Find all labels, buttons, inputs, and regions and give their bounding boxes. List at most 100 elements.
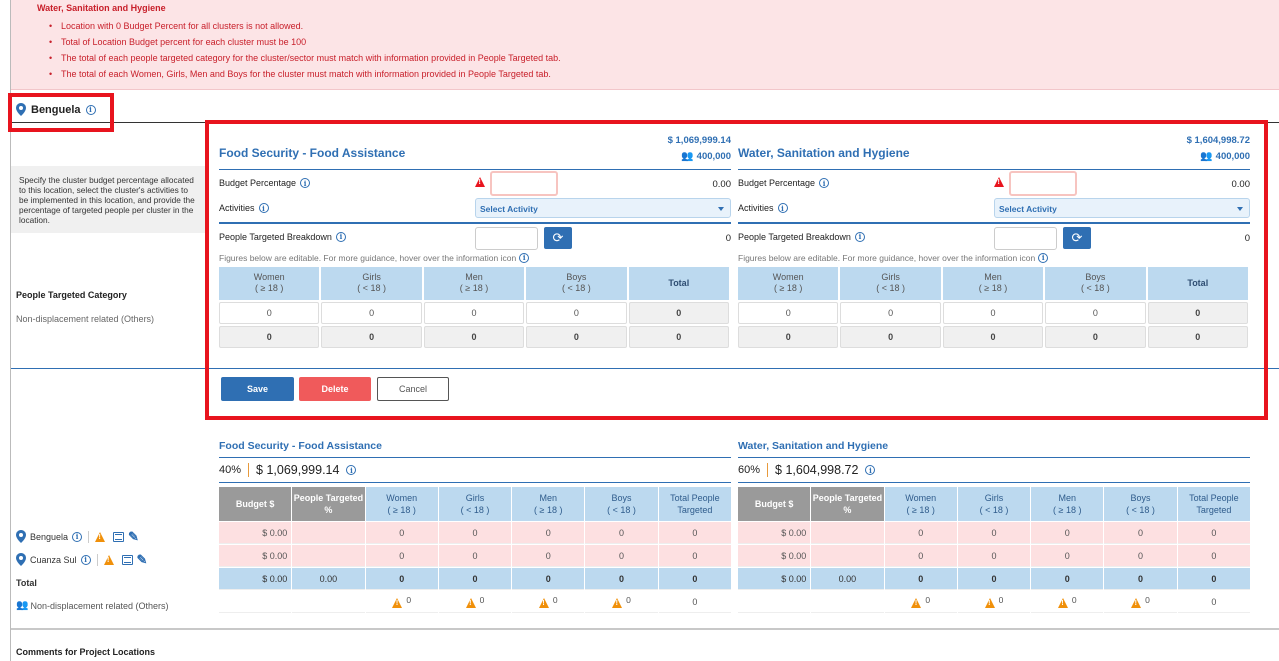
cell xyxy=(811,545,884,567)
map-pin-icon xyxy=(16,530,26,543)
cell: 0 xyxy=(1177,568,1250,590)
cell: 0 xyxy=(1104,522,1177,544)
people-targeted-category-label: People Targeted Category xyxy=(16,290,127,300)
cell xyxy=(219,591,292,613)
warning-icon xyxy=(1057,598,1068,609)
cell: 0 xyxy=(1177,545,1250,567)
separator xyxy=(96,553,98,566)
cell: 0 xyxy=(512,591,585,613)
summary-total-label: Total xyxy=(16,578,37,588)
cell: 0 xyxy=(658,591,731,613)
cell: 0 xyxy=(438,591,512,613)
separator xyxy=(248,463,250,477)
location-name[interactable]: Benguela xyxy=(30,532,68,542)
summary-allocation: 40% $ 1,069,999.14 i xyxy=(219,458,731,483)
summary-amount: $ 1,069,999.14 xyxy=(256,463,340,477)
cell: 0 xyxy=(658,545,731,567)
cell: 0 xyxy=(438,545,512,567)
warning-icon xyxy=(465,598,476,609)
header-men: Men( ≥ 18 ) xyxy=(1031,487,1104,521)
summary-table: Budget $ People Targeted % Women( ≥ 18 )… xyxy=(218,486,732,614)
cell: 0 xyxy=(365,522,438,544)
header-people-targeted-pct: People Targeted % xyxy=(811,487,884,521)
cell: 0 xyxy=(585,545,658,567)
separator xyxy=(88,530,90,543)
cell: 0 xyxy=(957,591,1031,613)
cell: 0 xyxy=(884,522,957,544)
cell xyxy=(811,522,884,544)
header-boys: Boys( < 18 ) xyxy=(1104,487,1177,521)
header-women: Women( ≥ 18 ) xyxy=(884,487,957,521)
people-icon: 👥 xyxy=(16,600,29,611)
table-row: $ 0.00 0 0 0 0 0 xyxy=(219,545,731,567)
warning-icon xyxy=(538,598,549,609)
cell: 0 xyxy=(365,591,438,613)
table-row: $ 0.00 0 0 0 0 0 xyxy=(219,522,731,544)
cell: $ 0.00 xyxy=(219,545,292,567)
summary-table: Budget $ People Targeted % Women( ≥ 18 )… xyxy=(737,486,1251,614)
header-girls: Girls( < 18 ) xyxy=(957,487,1031,521)
info-icon[interactable]: i xyxy=(346,465,357,475)
cell: 0 xyxy=(884,545,957,567)
alert-message: Location with 0 Budget Percent for all c… xyxy=(49,18,1279,34)
header-people-targeted-pct: People Targeted % xyxy=(292,487,365,521)
cell: 0 xyxy=(1104,568,1177,590)
cell: 0 xyxy=(438,568,512,590)
summary-percent: 40% xyxy=(219,464,242,476)
summary-allocation: 60% $ 1,604,998.72 i xyxy=(738,458,1250,483)
table-row: $ 0.00 0 0 0 0 0 xyxy=(738,522,1250,544)
cell xyxy=(738,591,811,613)
cell: 0 xyxy=(658,522,731,544)
cell xyxy=(292,591,365,613)
warning-icon xyxy=(984,598,995,609)
summary-wash: Water, Sanitation and Hygiene 60% $ 1,60… xyxy=(738,438,1250,614)
header-total-people: Total People Targeted xyxy=(1177,487,1250,521)
warning-icon xyxy=(911,598,922,609)
cell: 0 xyxy=(512,522,585,544)
header-budget: Budget $ xyxy=(738,487,811,521)
highlight-frame xyxy=(8,93,114,132)
cell: 0 xyxy=(1031,568,1104,590)
cell: 0 xyxy=(884,591,957,613)
info-icon[interactable]: i xyxy=(80,554,91,565)
instructions-box: Specify the cluster budget percentage al… xyxy=(11,166,205,233)
cell: $ 0.00 xyxy=(219,568,292,590)
cell: 0 xyxy=(1177,522,1250,544)
summary-location-cuanza-sul: Cuanza Sul i ✎ xyxy=(16,553,147,566)
total-row: $ 0.00 0.00 0 0 0 0 0 xyxy=(738,568,1250,590)
header-girls: Girls( < 18 ) xyxy=(438,487,512,521)
summary-cluster-name: Food Security - Food Assistance xyxy=(219,438,731,458)
alert-message: The total of each Women, Girls, Men and … xyxy=(49,66,1279,82)
category-name: Non-displacement related (Others) xyxy=(30,600,169,611)
cell: 0.00 xyxy=(292,568,365,590)
cell: 0 xyxy=(365,545,438,567)
separator xyxy=(767,463,769,477)
warning-icon xyxy=(392,598,403,609)
cell: 0 xyxy=(1031,591,1104,613)
list-icon[interactable] xyxy=(113,531,125,542)
map-pin-icon xyxy=(16,553,26,566)
cell: $ 0.00 xyxy=(738,522,811,544)
cell: 0 xyxy=(1104,591,1177,613)
cell: 0 xyxy=(957,522,1031,544)
category-row: 0 0 0 0 0 xyxy=(219,591,731,613)
info-icon[interactable]: i xyxy=(865,465,876,475)
location-name[interactable]: Cuanza Sul xyxy=(30,555,77,565)
warning-icon xyxy=(95,531,106,542)
cell: 0 xyxy=(365,568,438,590)
category-row: 0 0 0 0 0 xyxy=(738,591,1250,613)
edit-icon[interactable]: ✎ xyxy=(128,530,139,543)
cell: 0.00 xyxy=(811,568,884,590)
cell xyxy=(292,522,365,544)
edit-icon[interactable]: ✎ xyxy=(137,553,148,566)
alert-message: Total of Location Budget percent for eac… xyxy=(49,34,1279,50)
list-icon[interactable] xyxy=(121,554,133,565)
cell: 0 xyxy=(1031,522,1104,544)
header-budget: Budget $ xyxy=(219,487,292,521)
info-icon[interactable]: i xyxy=(72,531,83,542)
total-row: $ 0.00 0.00 0 0 0 0 0 xyxy=(219,568,731,590)
highlight-frame xyxy=(205,120,1268,420)
cell: 0 xyxy=(585,591,658,613)
cell: $ 0.00 xyxy=(738,545,811,567)
cell: 0 xyxy=(512,568,585,590)
